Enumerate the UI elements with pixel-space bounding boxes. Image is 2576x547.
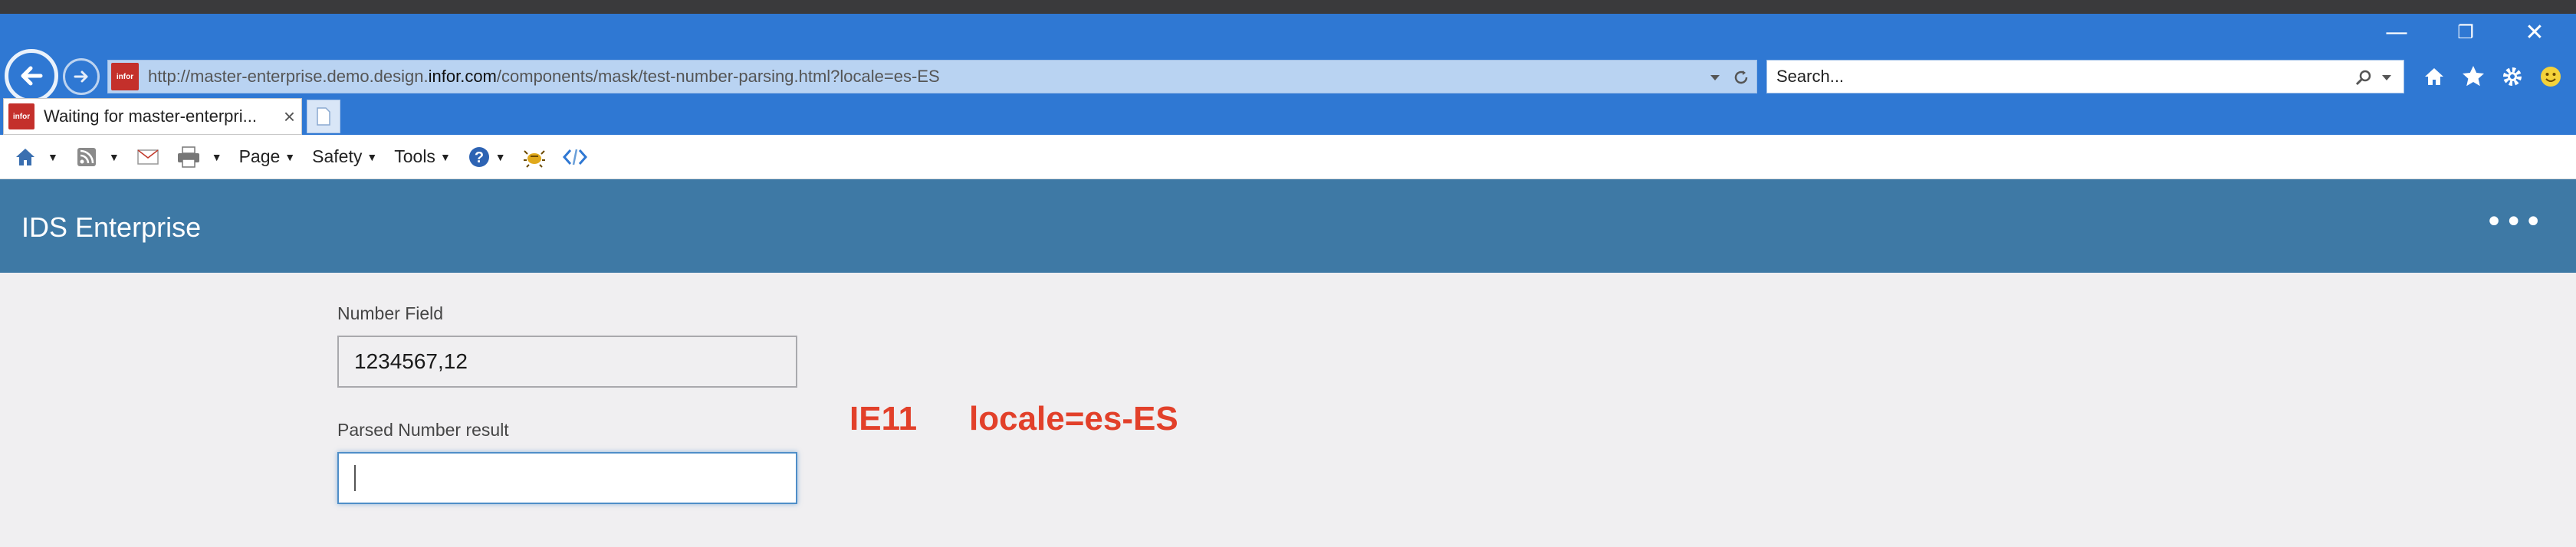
close-window-button[interactable]: ✕: [2512, 17, 2558, 47]
browser-tab[interactable]: infor Waiting for master-enterpri... ×: [3, 98, 302, 135]
help-icon: ?: [468, 146, 489, 167]
more-actions-button[interactable]: •••: [2485, 207, 2544, 237]
caret-icon: ▼: [284, 150, 296, 163]
tools-menu[interactable]: Tools ▼: [394, 146, 451, 167]
mail-command[interactable]: [136, 148, 159, 166]
parsed-number-input[interactable]: [337, 452, 797, 504]
favorites-star-icon[interactable]: [2461, 64, 2486, 89]
url-text[interactable]: http://master-enterprise.demo.design.inf…: [148, 67, 940, 87]
search-icon[interactable]: [2354, 68, 2373, 87]
app-header: IDS Enterprise •••: [0, 179, 2576, 273]
safety-menu-label: Safety: [312, 146, 363, 166]
home-icon: [16, 148, 34, 165]
tools-menu-label: Tools: [394, 146, 435, 166]
new-tab-icon: [317, 107, 330, 126]
home-command[interactable]: ▼: [14, 146, 58, 169]
arrow-left-icon: [21, 66, 43, 86]
debug-tool[interactable]: [523, 146, 546, 168]
settings-gear-icon[interactable]: [2501, 65, 2524, 88]
caret-icon[interactable]: ▼: [212, 151, 222, 163]
feeds-command[interactable]: ▼: [75, 146, 120, 169]
app-title: IDS Enterprise: [21, 211, 202, 243]
address-bar[interactable]: infor http://master-enterprise.demo.desi…: [107, 60, 1757, 93]
code-brackets-icon: [562, 149, 587, 165]
number-field-input[interactable]: [337, 336, 797, 388]
rss-feed-icon: [77, 147, 96, 166]
refresh-icon[interactable]: [1732, 68, 1750, 87]
dropdown-arrow-icon[interactable]: [1709, 73, 1721, 82]
caret-icon: ▼: [366, 150, 378, 163]
url-prefix: http://master-enterprise.demo.design.: [148, 67, 429, 86]
number-field-label: Number Field: [337, 303, 444, 323]
command-bar: ▼ ▼ ▼ Page ▼ Safety ▼ Tools ▼ ? ▼: [0, 135, 2576, 179]
site-favicon: infor: [111, 63, 139, 90]
forward-button[interactable]: [63, 58, 100, 95]
locale-annotation: locale=es-ES: [969, 400, 1178, 437]
caret-icon: ▼: [495, 150, 506, 163]
mail-icon: [136, 149, 159, 165]
tab-title: Waiting for master-enterpri...: [44, 106, 257, 126]
svg-text:?: ?: [475, 149, 484, 166]
caret-icon: ▼: [439, 150, 451, 163]
restore-button[interactable]: ❐: [2443, 17, 2489, 47]
help-menu[interactable]: ? ▼: [468, 146, 506, 169]
tab-close-icon[interactable]: ×: [284, 105, 295, 129]
minimize-button[interactable]: —: [2374, 17, 2420, 47]
search-input[interactable]: [1776, 67, 2313, 87]
safety-menu[interactable]: Safety ▼: [312, 146, 377, 167]
printer-icon: [177, 146, 199, 168]
text-cursor: [354, 465, 356, 491]
arrow-right-icon: [74, 70, 88, 83]
back-button[interactable]: [5, 49, 58, 103]
search-box[interactable]: [1766, 60, 2404, 93]
page-menu-label: Page: [238, 146, 281, 166]
browser-annotation: IE11: [849, 400, 918, 437]
feedback-smiley-icon[interactable]: [2539, 65, 2562, 88]
bug-icon: [523, 149, 545, 168]
page-menu[interactable]: Page ▼: [239, 146, 296, 167]
compat-view-tool[interactable]: [562, 147, 587, 167]
tab-favicon: infor: [8, 103, 34, 129]
caret-icon[interactable]: ▼: [109, 151, 120, 163]
search-dropdown-icon[interactable]: [2380, 73, 2393, 82]
url-suffix: /components/mask/test-number-parsing.htm…: [496, 67, 940, 86]
url-domain: infor.com: [428, 67, 497, 86]
new-tab-button[interactable]: [307, 100, 340, 133]
home-icon[interactable]: [2423, 65, 2446, 88]
print-command[interactable]: ▼: [176, 146, 222, 169]
parsed-number-label: Parsed Number result: [337, 420, 509, 440]
title-strip: [0, 0, 2576, 14]
caret-icon[interactable]: ▼: [48, 151, 58, 163]
